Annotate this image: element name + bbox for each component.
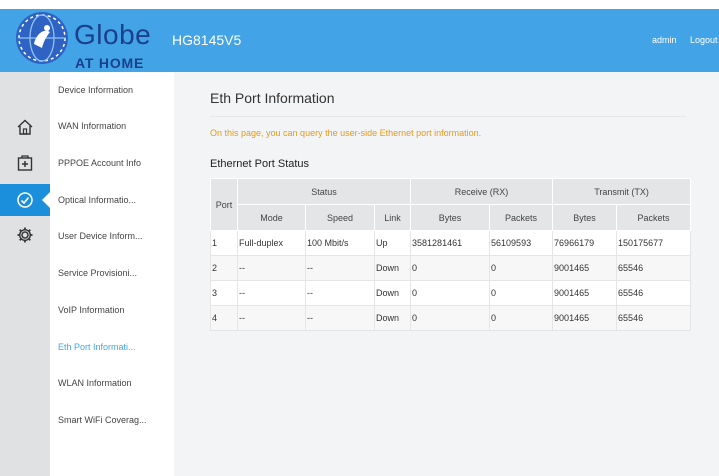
cell-port: 4	[210, 305, 238, 331]
brand-tagline: AT HOME	[75, 55, 145, 71]
cell-mode: --	[237, 280, 306, 306]
col-header-link: Link	[373, 204, 412, 231]
brand-name: Globe	[74, 19, 152, 50]
cell-tx-bytes: 76966179	[552, 230, 618, 256]
cell-port: 2	[210, 255, 238, 281]
cell-link: Up	[373, 230, 412, 256]
cell-rx-packets: 0	[489, 255, 554, 281]
col-header-status: Status	[236, 178, 412, 205]
sidebar-item-pppoe-account-info[interactable]: PPPOE Account Info	[58, 158, 170, 168]
nav-settings-button[interactable]	[0, 219, 50, 251]
cell-rx-bytes: 0	[410, 305, 491, 331]
col-header-tx-packets: Packets	[616, 204, 692, 231]
sidebar-item-voip-information[interactable]: VoIP Information	[58, 305, 170, 315]
top-header: Globe AT HOME HG8145V5 admin Logout	[0, 0, 719, 72]
check-circle-icon	[17, 192, 33, 208]
cell-link: Down	[373, 280, 412, 306]
page-description: On this page, you can query the user-sid…	[210, 128, 482, 138]
table-row: 4 -- -- Down 0 0 9001465 65546	[210, 305, 692, 331]
sidebar-item-user-device-information[interactable]: User Device Inform...	[58, 231, 170, 241]
table-row: 1 Full-duplex 100 Mbit/s Up 3581281461 5…	[210, 230, 692, 256]
cell-mode: --	[237, 255, 306, 281]
icon-navigation-bar	[0, 72, 50, 476]
cell-tx-bytes: 9001465	[552, 305, 618, 331]
col-header-speed: Speed	[305, 204, 375, 231]
logout-link[interactable]: Logout	[690, 35, 718, 45]
cell-rx-bytes: 3581281461	[410, 230, 491, 256]
cell-mode: --	[237, 305, 306, 331]
cell-rx-bytes: 0	[410, 255, 491, 281]
cell-tx-packets: 65546	[616, 255, 692, 281]
cell-rx-packets: 0	[489, 305, 554, 331]
cell-link: Down	[373, 255, 412, 281]
sidebar-item-service-provisioning[interactable]: Service Provisioni...	[58, 268, 170, 278]
globe-logo	[16, 12, 68, 64]
col-header-receive: Receive (RX)	[410, 178, 554, 205]
page-title: Eth Port Information	[210, 90, 335, 106]
nav-home-button[interactable]	[0, 111, 50, 143]
nav-add-device-button[interactable]	[0, 147, 50, 179]
sidebar-item-device-information[interactable]: Device Information	[58, 85, 170, 95]
sidebar-item-eth-port-information[interactable]: Eth Port Informati...	[58, 342, 170, 352]
sidebar-footer	[50, 438, 174, 476]
cell-tx-packets: 65546	[616, 280, 692, 306]
sidebar-item-wan-information[interactable]: WAN Information	[58, 121, 170, 131]
cell-speed: --	[305, 305, 375, 331]
cell-mode: Full-duplex	[237, 230, 306, 256]
col-header-transmit: Transmit (TX)	[552, 178, 692, 205]
cell-rx-packets: 0	[489, 280, 554, 306]
device-model: HG8145V5	[172, 32, 242, 48]
user-name-link[interactable]: admin	[652, 35, 677, 45]
sidebar-item-wlan-information[interactable]: WLAN Information	[58, 378, 170, 388]
ethernet-port-status-table: Port Status Receive (RX) Transmit (TX) M…	[210, 178, 692, 331]
add-device-icon	[17, 155, 33, 171]
sidebar-item-smart-wifi-coverage[interactable]: Smart WiFi Coverag...	[58, 415, 170, 425]
cell-port: 1	[210, 230, 238, 256]
cell-tx-packets: 150175677	[616, 230, 692, 256]
gear-icon	[17, 227, 33, 243]
cell-tx-bytes: 9001465	[552, 280, 618, 306]
cell-speed: 100 Mbit/s	[305, 230, 375, 256]
cell-tx-packets: 65546	[616, 305, 692, 331]
section-title: Ethernet Port Status	[210, 158, 310, 170]
title-divider	[210, 116, 686, 117]
home-icon	[17, 119, 33, 135]
col-header-tx-bytes: Bytes	[552, 204, 618, 231]
cell-link: Down	[373, 305, 412, 331]
active-indicator	[42, 192, 50, 208]
col-header-mode: Mode	[237, 204, 306, 231]
col-header-rx-packets: Packets	[489, 204, 554, 231]
cell-speed: --	[305, 280, 375, 306]
cell-rx-bytes: 0	[410, 280, 491, 306]
sidebar-menu: Device Information WAN Information PPPOE…	[50, 72, 174, 476]
main-content: Eth Port Information On this page, you c…	[174, 72, 719, 476]
col-header-rx-bytes: Bytes	[410, 204, 491, 231]
table-row: 2 -- -- Down 0 0 9001465 65546	[210, 255, 692, 281]
sidebar-item-optical-information[interactable]: Optical Informatio...	[58, 195, 170, 205]
cell-speed: --	[305, 255, 375, 281]
cell-rx-packets: 56109593	[489, 230, 554, 256]
table-row: 3 -- -- Down 0 0 9001465 65546	[210, 280, 692, 306]
col-header-port: Port	[210, 178, 238, 231]
cell-tx-bytes: 9001465	[552, 255, 618, 281]
cell-port: 3	[210, 280, 238, 306]
